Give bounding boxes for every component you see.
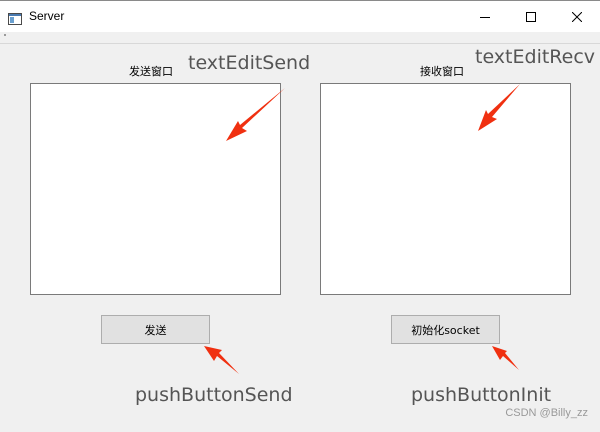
annotation-text-edit-recv: textEditRecv [475,46,596,68]
minimize-icon [480,12,490,22]
text-edit-send[interactable] [30,83,281,295]
annotation-push-button-init: pushButtonInit [411,384,552,406]
title-bar[interactable]: Server [0,0,600,32]
window-title: Server [29,9,65,23]
annotation-text-edit-send: textEditSend [188,52,311,74]
close-button[interactable] [554,1,600,32]
init-socket-button[interactable]: 初始化socket [391,315,500,344]
menu-bar [0,32,600,44]
init-socket-button-label: 初始化socket [411,323,480,337]
arrow-to-send-button [204,346,239,374]
text-edit-recv[interactable] [320,83,571,295]
menu-handle [4,34,6,36]
recv-window-label: 接收窗口 [420,65,464,78]
arrow-to-init-button [492,346,519,370]
send-window-label: 发送窗口 [129,65,173,78]
maximize-button[interactable] [508,1,554,32]
send-button[interactable]: 发送 [101,315,210,344]
server-window: Server 发送窗口 接收窗口 发送 初始化socket textEditSe… [0,0,600,432]
maximize-icon [526,11,536,22]
minimize-button[interactable] [462,1,508,32]
close-icon [572,11,582,22]
app-window-icon [8,10,22,25]
send-button-label: 发送 [144,323,167,337]
annotation-push-button-send: pushButtonSend [135,384,293,406]
watermark: CSDN @Billy_zz [505,407,588,419]
